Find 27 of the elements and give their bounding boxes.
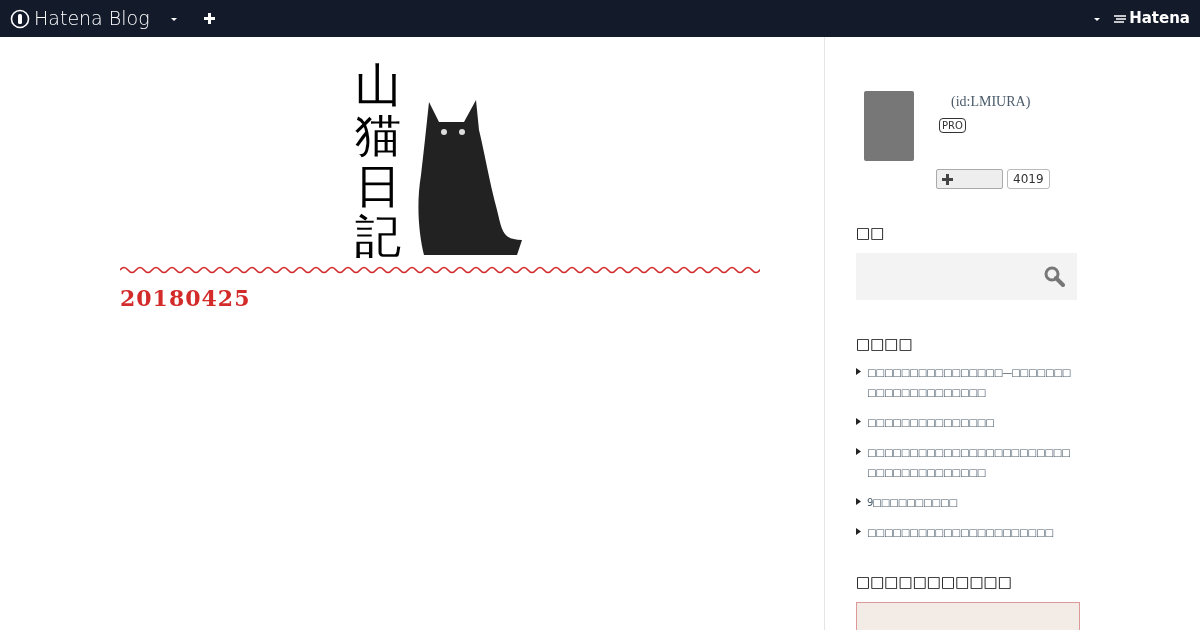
search-field[interactable] [856,252,1077,300]
user-id-link[interactable]: (id:LMIURA) [951,91,1031,112]
ad-heading: □□□□□□□□□□□ [856,572,1013,593]
recent-post-link[interactable]: □□□□□□□□□□□□□□□□□□□□□□□□□□□□□□□□□□□□□□ [867,443,1075,483]
recent-posts-heading: □□□□ [856,333,914,355]
recent-post-link[interactable]: 9□□□□□□□□□□ [867,493,1075,513]
chevron-icon [856,368,861,375]
search-icon[interactable] [1044,265,1065,287]
subscriber-count: 4019 [1007,169,1050,189]
plus-icon [942,173,953,185]
search-heading: □□ [856,223,886,244]
recent-post-link[interactable]: □□□□□□□□□□□□□□□□□□□□□□ [867,523,1075,543]
chevron-icon [856,448,861,455]
entry-date-link[interactable]: 20180425 [120,282,759,315]
recent-post-link[interactable]: □□□□□□□□□□□□□□□ [867,413,1075,433]
pro-badge: PRO [939,118,966,133]
chevron-icon [856,418,861,425]
chevron-icon [856,528,861,535]
recent-post-link[interactable]: □□□□□□□□□□□□□□□□—□□□□□□□□□□□□□□□□□□□□□ [867,363,1075,403]
plus-icon[interactable] [203,13,215,24]
subscribe-button[interactable] [936,169,1003,189]
dropdown-caret-icon[interactable] [169,15,178,22]
blog-title[interactable]: 山猫日記 [355,59,401,262]
dropdown-caret-icon[interactable] [1093,15,1102,22]
blog-brand-link[interactable]: Hatena Blog [34,4,150,33]
hatena-link[interactable]: Hatena [1129,7,1190,30]
chevron-icon [856,498,861,505]
